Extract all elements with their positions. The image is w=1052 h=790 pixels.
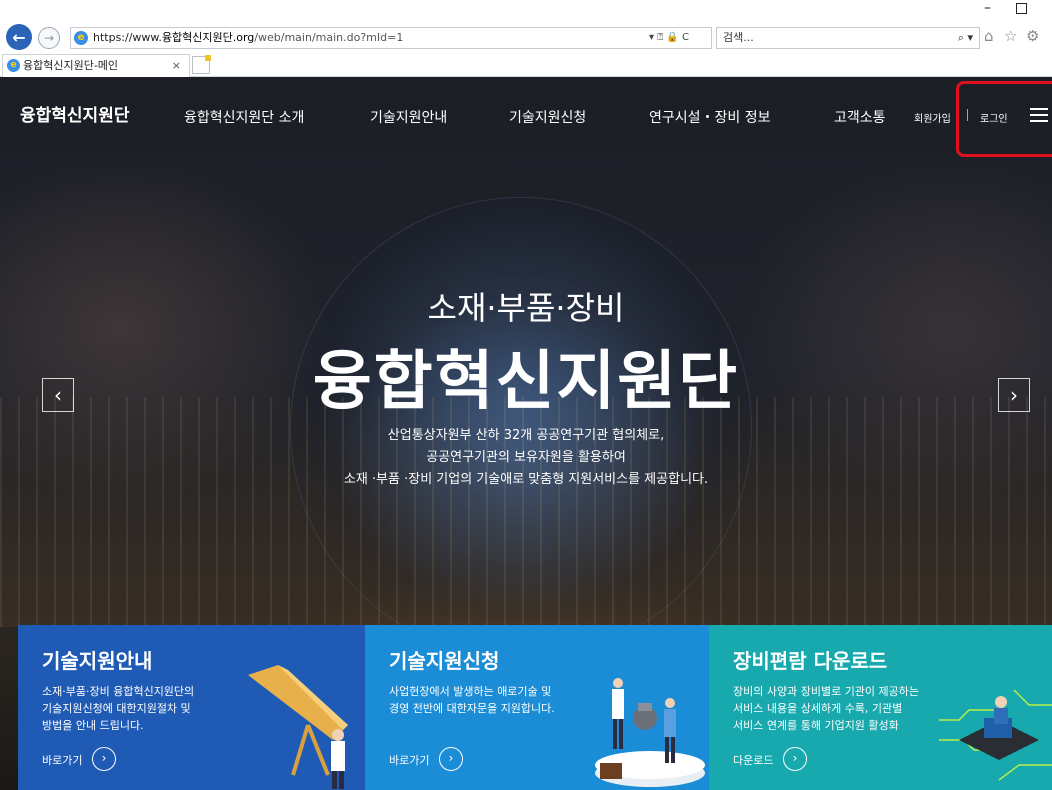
chevron-right-icon[interactable]: ›: [783, 747, 807, 771]
card-desc-line: 서비스 내용을 상세하게 수록, 기관별: [733, 702, 903, 715]
nav-customer[interactable]: 고객소통: [834, 107, 886, 127]
tab-close-button[interactable]: ×: [172, 55, 181, 77]
card-description: 사업현장에서 발생하는 애로기술 및 경영 전반에 대한자문을 지원합니다.: [389, 683, 609, 717]
card-title: 기술지원안내: [42, 649, 153, 673]
address-bar[interactable]: e https://www.융합혁신지원단.org/web/main/main.…: [70, 27, 712, 49]
card-desc-line: 소재·부품·장비 융합혁신지원단의: [42, 685, 195, 698]
window-titlebar: –: [0, 0, 1052, 22]
new-tab-button[interactable]: [192, 55, 211, 74]
highlight-box: [956, 81, 1052, 157]
card-desc-line: 기술지원신청에 대한지원절차 및: [42, 702, 191, 715]
card-desc-line: 서비스 연계를 통해 기업지원 활성화: [733, 719, 899, 732]
forward-button[interactable]: →: [38, 27, 60, 49]
card-desc-line: 장비의 사양과 장비별로 기관이 제공하는: [733, 685, 920, 698]
card-description: 장비의 사양과 장비별로 기관이 제공하는 서비스 내용을 상세하게 수록, 기…: [733, 683, 963, 734]
favorites-star-icon[interactable]: ☆: [1004, 27, 1017, 45]
maximize-button[interactable]: [1016, 3, 1027, 14]
computer-user-illustration: [939, 689, 1052, 781]
hero-subtitle: 소재·부품·장비: [427, 289, 625, 327]
minimize-button[interactable]: –: [984, 0, 991, 16]
nav-about[interactable]: 융합혁신지원단 소개: [184, 107, 304, 127]
telescope-illustration: [248, 665, 348, 789]
card-title: 기술지원신청: [389, 649, 500, 673]
card-desc-line: 사업현장에서 발생하는 애로기술 및: [389, 685, 552, 698]
home-icon[interactable]: ⌂: [984, 27, 994, 45]
card-description: 소재·부품·장비 융합혁신지원단의 기술지원신청에 대한지원절차 및 방법을 안…: [42, 683, 242, 734]
forward-arrow-icon: →: [43, 31, 55, 45]
card-link-label[interactable]: 다운로드: [733, 752, 773, 768]
chevron-right-icon[interactable]: ›: [439, 747, 463, 771]
url-domain: 융합혁신지원단.org: [161, 31, 255, 44]
card-desc-line: 방법을 안내 드립니다.: [42, 719, 144, 732]
card-link-label[interactable]: 바로가기: [42, 752, 82, 768]
card-tech-support-guide[interactable]: 기술지원안내 소재·부품·장비 융합혁신지원단의 기술지원신청에 대한지원절차 …: [18, 625, 365, 790]
search-placeholder: 검색...: [723, 31, 754, 44]
site-logo[interactable]: 융합혁신지원단: [20, 101, 129, 126]
chevron-right-icon[interactable]: ›: [92, 747, 116, 771]
back-button[interactable]: ←: [6, 24, 32, 50]
card-desc-line: 경영 전반에 대한자문을 지원합니다.: [389, 702, 555, 715]
hero-desc-line: 소재 ·부품 ·장비 기업의 기술애로 맞춤형 지원서비스를 제공합니다.: [343, 472, 709, 487]
url-path: /web/main/main.do?mId=1: [254, 31, 404, 44]
tab-bar: e 융합혁신지원단-메인 ×: [0, 52, 1052, 77]
card-title: 장비편람 다운로드: [733, 649, 888, 673]
hero-desc-line: 공공연구기관의 보유자원을 활용하여: [426, 450, 626, 465]
site-header: 융합혁신지원단 융합혁신지원단 소개 기술지원안내 기술지원신청 연구시설・장비…: [0, 77, 1052, 157]
nav-tech-support-apply[interactable]: 기술지원신청: [509, 107, 586, 127]
ie-tab-icon: e: [7, 59, 20, 72]
hero-desc-line: 산업통상자원부 산하 32개 공공연구기관 협의체로,: [387, 428, 665, 443]
nav-tech-support-guide[interactable]: 기술지원안내: [370, 107, 447, 127]
address-bar-tools[interactable]: ▾ ⍰ 🔒 C: [649, 28, 689, 48]
hero-section: 융합혁신지원단 융합혁신지원단 소개 기술지원안내 기술지원신청 연구시설・장비…: [0, 77, 1052, 790]
search-input[interactable]: 검색... ⌕ ▾: [716, 27, 980, 49]
url-prefix: https://www.: [93, 31, 162, 44]
hero-title: 융합혁신지원단: [312, 345, 740, 419]
slider-prev-button[interactable]: ‹: [42, 378, 74, 412]
card-tech-support-apply[interactable]: 기술지원신청 사업현장에서 발생하는 애로기술 및 경영 전반에 대한자문을 지…: [365, 625, 709, 790]
hero-description: 산업통상자원부 산하 32개 공공연구기관 협의체로, 공공연구기관의 보유자원…: [0, 425, 1052, 491]
address-bar-row: ← → e https://www.융합혁신지원단.org/web/main/m…: [0, 22, 1052, 52]
ie-page-icon: e: [74, 31, 88, 45]
consulting-illustration: [595, 678, 705, 787]
gear-icon[interactable]: ⚙: [1026, 27, 1039, 45]
tab-main[interactable]: e 융합혁신지원단-메인 ×: [2, 54, 190, 77]
tab-label: 융합혁신지원단-메인: [23, 59, 119, 72]
slider-next-button[interactable]: ›: [998, 378, 1030, 412]
card-link-label[interactable]: 바로가기: [389, 752, 429, 768]
card-equipment-download[interactable]: 장비편람 다운로드 장비의 사양과 장비별로 기관이 제공하는 서비스 내용을 …: [709, 625, 1052, 790]
url-text[interactable]: https://www.융합혁신지원단.org/web/main/main.do…: [93, 28, 403, 48]
signup-link[interactable]: 회원가입: [914, 110, 951, 125]
nav-facility-info[interactable]: 연구시설・장비 정보: [649, 107, 771, 127]
back-arrow-icon: ←: [12, 27, 26, 47]
search-icon[interactable]: ⌕ ▾: [958, 28, 973, 48]
